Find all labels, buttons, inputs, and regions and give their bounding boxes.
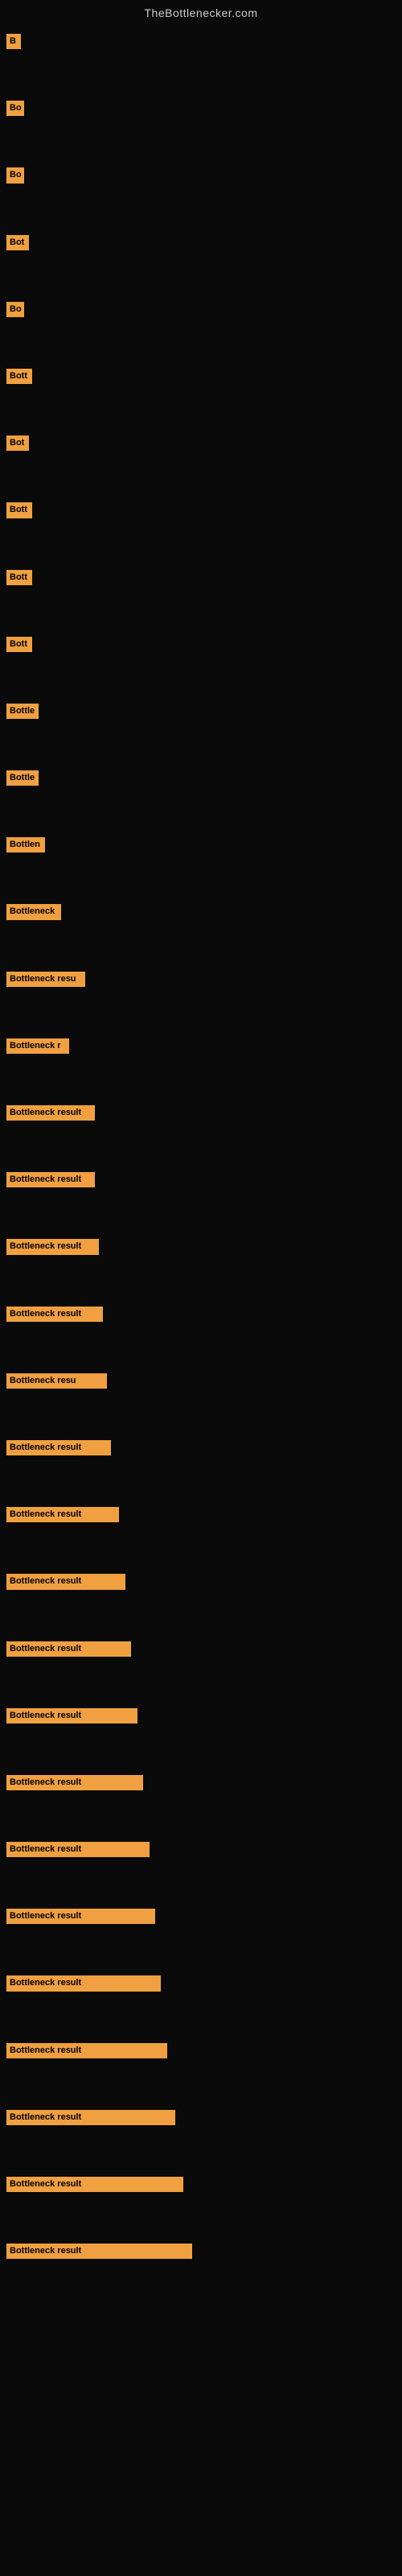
bar-label: Bottleneck result [6,1172,95,1187]
bars-container: B Bo Bo Bot Bo Bott Bot Bott Bott Bott Bottle Bottl… [0,23,402,2270]
bar-row: Bottle [6,700,396,722]
bar-row: Bottleneck result [6,1169,396,1191]
bar-row: Bottlen [6,834,396,856]
bar-label: Bo [6,302,24,317]
bar-row: Bottleneck result [6,1437,396,1459]
bar-label: Bottleneck result [6,2043,167,2058]
bar-row: Bo [6,299,396,320]
bar-row: Bottleneck r [6,1035,396,1057]
bar-label: Bottleneck result [6,1909,155,1924]
bar-label: Bottleneck resu [6,972,85,987]
bar-label: Bottleneck [6,904,61,919]
bar-row: Bo [6,97,396,119]
bar-label: Bottleneck r [6,1038,69,1054]
bar-label: Bottleneck result [6,1842,150,1857]
bar-label: Bottleneck resu [6,1373,107,1389]
bar-row: Bottleneck result [6,1772,396,1794]
bar-label: Bott [6,369,32,384]
bar-row: Bot [6,232,396,254]
bar-label: Bottleneck result [6,1507,119,1522]
bar-row: Bottleneck result [6,2174,396,2195]
bar-row: Bottleneck result [6,1638,396,1660]
bar-row: Bottle [6,767,396,789]
bar-label: Bot [6,436,29,451]
bar-label: Bottleneck result [6,1105,95,1121]
bar-label: Bottleneck result [6,2177,183,2192]
site-title: TheBottlenecker.com [0,0,402,23]
bar-label: Bottleneck result [6,2244,192,2259]
bar-label: B [6,34,21,49]
bar-row: Bo [6,164,396,186]
bar-label: Bott [6,637,32,652]
bar-row: B [6,31,396,52]
bar-row: Bott [6,567,396,588]
bar-row: Bottleneck result [6,1236,396,1257]
bar-label: Bott [6,502,32,518]
bar-row: Bottleneck result [6,2240,396,2262]
bar-row: Bott [6,634,396,655]
bar-label: Bo [6,101,24,116]
bar-row: Bottleneck resu [6,968,396,990]
bar-row: Bottleneck result [6,1504,396,1525]
bar-row: Bottleneck result [6,1972,396,1994]
bar-row: Bot [6,432,396,454]
bar-row: Bottleneck result [6,2040,396,2062]
bar-row: Bottleneck result [6,1905,396,1927]
bar-label: Bottleneck result [6,2110,175,2125]
bar-row: Bottleneck resu [6,1370,396,1392]
bar-label: Bot [6,235,29,250]
bar-label: Bottleneck result [6,1307,103,1322]
bar-label: Bottleneck result [6,1975,161,1991]
bar-label: Bo [6,167,24,183]
bar-row: Bottleneck result [6,1571,396,1592]
bar-label: Bottleneck result [6,1641,131,1657]
bar-row: Bottleneck result [6,1839,396,1860]
bar-label: Bottlen [6,837,45,852]
bar-label: Bottleneck result [6,1775,143,1790]
bar-row: Bottleneck result [6,2107,396,2128]
bar-row: Bott [6,499,396,521]
bar-label: Bottle [6,704,39,719]
bar-label: Bottle [6,770,39,786]
bar-row: Bottleneck result [6,1102,396,1124]
bar-row: Bott [6,365,396,387]
bar-row: Bottleneck [6,901,396,923]
bar-label: Bottleneck result [6,1239,99,1254]
bar-row: Bottleneck result [6,1303,396,1325]
bar-label: Bottleneck result [6,1440,111,1455]
bar-row: Bottleneck result [6,1705,396,1727]
bar-label: Bottleneck result [6,1708,137,1724]
bar-label: Bottleneck result [6,1574,125,1589]
bar-label: Bott [6,570,32,585]
